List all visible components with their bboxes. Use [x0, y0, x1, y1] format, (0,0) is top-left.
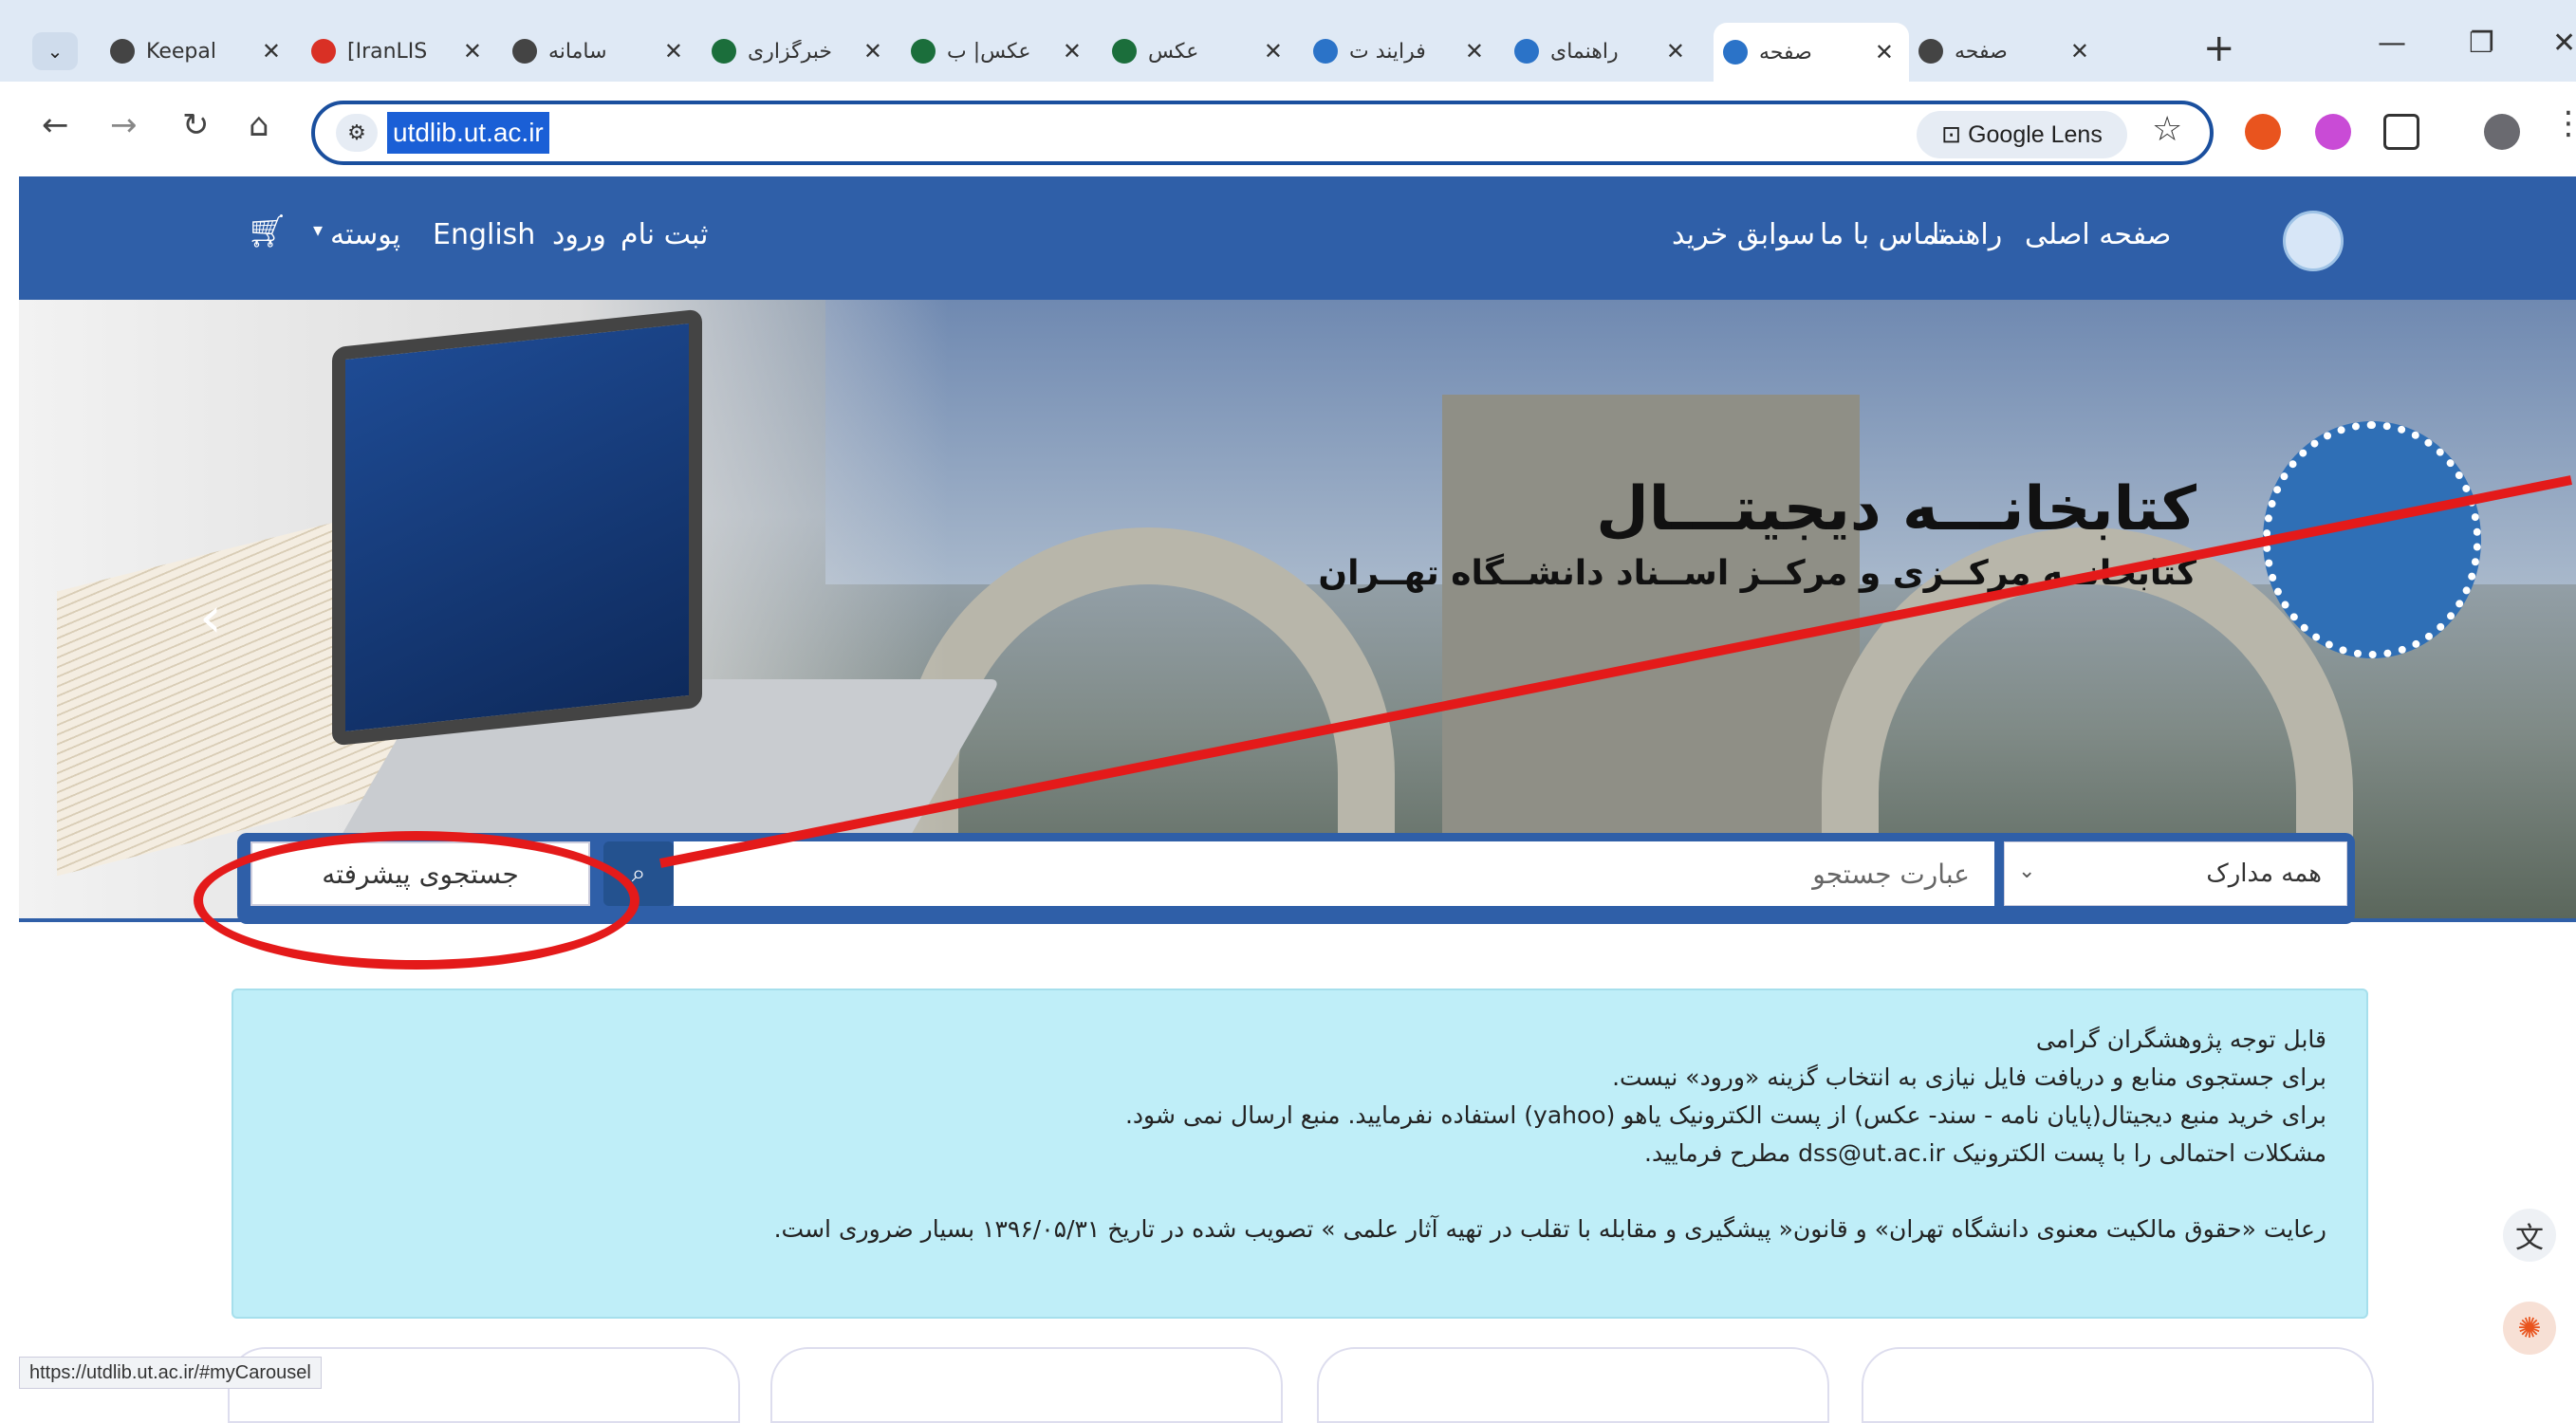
back-icon[interactable]: ←	[42, 106, 69, 144]
signup-link[interactable]: ثبت نام	[621, 218, 708, 251]
notice-box: قابل توجه پژوهشگران گرامی برای جستجوی من…	[232, 989, 2368, 1319]
carousel-prev-icon[interactable]: ‹	[199, 584, 222, 651]
tab-title: سامانه	[548, 39, 607, 64]
tab-close-icon[interactable]: ✕	[1875, 39, 1894, 65]
extension-icon[interactable]	[2315, 114, 2351, 150]
news-icon	[911, 39, 936, 64]
site-header: صفحه اصلی راهنما تماس با ما سوابق خرید ث…	[19, 176, 2576, 300]
theme-caret-icon[interactable]: ▾	[313, 218, 323, 241]
language-link[interactable]: English	[433, 218, 535, 251]
notice-copyright: رعایت «حقوق مالکیت معنوی دانشگاه تهران» …	[773, 1215, 2326, 1243]
ai-assistant-icon[interactable]: ✺	[2503, 1302, 2556, 1355]
tab-close-icon[interactable]: ✕	[2070, 38, 2089, 65]
nav-home[interactable]: صفحه اصلی	[2025, 218, 2171, 251]
notice-line: برای جستجوی منابع و دریافت فایل نیازی به…	[1612, 1063, 2326, 1091]
highlight-ellipse	[194, 831, 639, 970]
globe-icon	[1918, 39, 1943, 64]
notice-line: برای خرید منبع دیجیتال(پایان نامه - سند-…	[1124, 1101, 2326, 1129]
feature-card[interactable]	[770, 1347, 1283, 1423]
tab-title: عکس	[1148, 39, 1199, 64]
tab-title: [IranLIS	[347, 39, 428, 64]
nav-purchase-history[interactable]: سوابق خرید	[1672, 218, 1815, 251]
browser-tab[interactable]: عکس ✕	[1103, 28, 1298, 74]
status-bar-url: https://utdlib.ut.ac.ir/#myCarousel	[19, 1357, 322, 1389]
notice-line: مشکلات احتمالی را با پست الکترونیک dss@u…	[1644, 1139, 2326, 1167]
browser-tab[interactable]: فرایند ت ✕	[1304, 28, 1499, 74]
ut-icon	[1313, 39, 1338, 64]
ut-icon	[1514, 39, 1539, 64]
cart-icon[interactable]: 🛒︎	[247, 213, 287, 250]
new-tab-button[interactable]: +	[2203, 27, 2235, 70]
google-lens-label: Google Lens	[1968, 121, 2103, 148]
tab-close-icon[interactable]: ✕	[863, 38, 882, 65]
tab-title: فرایند ت	[1349, 39, 1426, 64]
tab-close-icon[interactable]: ✕	[1465, 38, 1484, 65]
feature-card[interactable]	[1862, 1347, 2374, 1423]
laptop-screen	[332, 308, 702, 747]
globe-icon	[512, 39, 537, 64]
tab-title: Keepal	[146, 39, 216, 64]
browser-tab[interactable]: سامانه ✕	[503, 28, 698, 74]
tab-close-icon[interactable]: ✕	[664, 38, 683, 65]
address-url[interactable]: utdlib.ut.ac.ir	[387, 112, 549, 154]
browser-tab[interactable]: خبرگزاری ✕	[702, 28, 898, 74]
login-link[interactable]: ورود	[552, 218, 606, 251]
university-logo[interactable]	[2283, 211, 2344, 271]
lens-icon: ⊡	[1941, 121, 1969, 148]
bookmark-star-icon[interactable]: ☆	[2152, 110, 2182, 149]
browser-tab[interactable]: صفحه ✕	[1909, 28, 2104, 74]
close-window-icon[interactable]: ✕	[2552, 27, 2576, 60]
globe-icon	[110, 39, 135, 64]
tab-close-icon[interactable]: ✕	[1264, 38, 1283, 65]
tab-close-icon[interactable]: ✕	[1063, 38, 1082, 65]
news-icon	[1112, 39, 1137, 64]
gmail-icon	[311, 39, 336, 64]
tab-title: راهنمای	[1550, 39, 1619, 64]
tab-title: صفحه	[1759, 40, 1812, 65]
extension-icon[interactable]	[2245, 114, 2281, 150]
tab-title: صفحه	[1955, 39, 2008, 64]
translate-icon[interactable]: 文	[2503, 1209, 2556, 1262]
theme-menu[interactable]: پوسته	[330, 218, 400, 251]
google-lens-button[interactable]: ⊡ Google Lens	[1917, 111, 2127, 158]
extensions-puzzle-icon[interactable]	[2383, 114, 2419, 150]
browser-tab[interactable]: صفحه ✕	[1714, 23, 1909, 82]
tab-close-icon[interactable]: ✕	[463, 38, 482, 65]
notice-heading: قابل توجه پژوهشگران گرامی	[2035, 1026, 2326, 1053]
highlight-arrow-line	[659, 475, 2572, 868]
browser-tab[interactable]: Keepal ✕	[101, 28, 296, 74]
browser-tab[interactable]: عکس| ب ✕	[901, 28, 1097, 74]
restore-icon[interactable]: ❐	[2469, 27, 2494, 60]
browser-tab[interactable]: راهنمای ✕	[1505, 28, 1700, 74]
tab-close-icon[interactable]: ✕	[262, 38, 281, 65]
minimize-icon[interactable]: —	[2378, 27, 2406, 60]
feature-card[interactable]	[1317, 1347, 1829, 1423]
reload-icon[interactable]: ↻	[182, 106, 210, 144]
browser-tab[interactable]: [IranLIS ✕	[302, 28, 497, 74]
home-icon[interactable]: ⌂	[249, 106, 269, 144]
forward-icon[interactable]: →	[110, 106, 138, 144]
news-icon	[712, 39, 736, 64]
browser-menu-icon[interactable]: ⋮	[2552, 104, 2576, 142]
tab-search-dropdown[interactable]: ⌄	[32, 32, 78, 70]
nav-contact[interactable]: تماس با ما	[1820, 218, 1946, 251]
site-info-icon[interactable]: ⚙	[336, 114, 378, 152]
ut-icon	[1723, 40, 1748, 65]
tab-close-icon[interactable]: ✕	[1666, 38, 1685, 65]
tab-title: عکس| ب	[947, 39, 1031, 64]
tab-title: خبرگزاری	[748, 39, 832, 64]
profile-avatar[interactable]	[2484, 114, 2520, 150]
